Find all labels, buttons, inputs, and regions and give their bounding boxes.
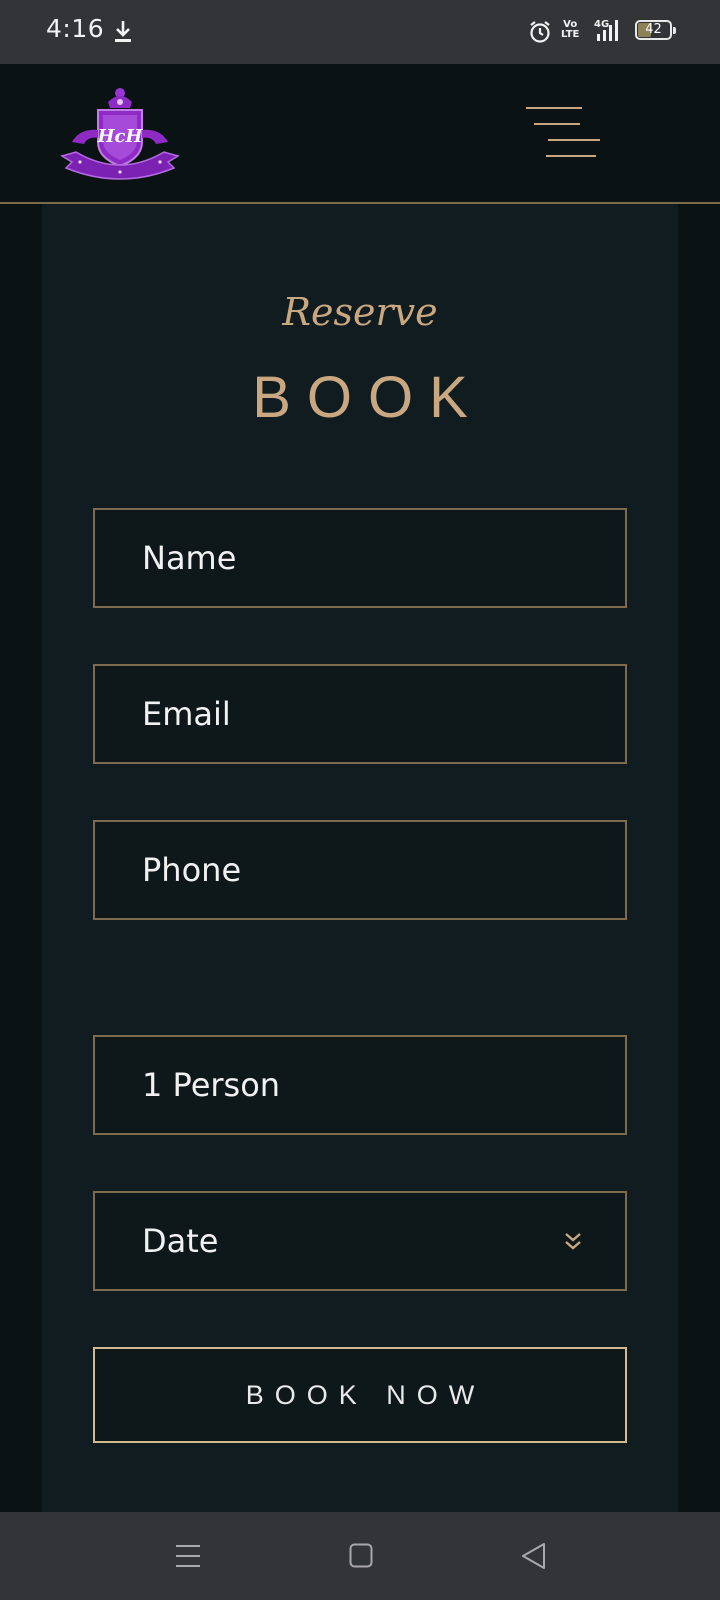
book-now-label: BOOK NOW xyxy=(245,1380,486,1410)
hamburger-menu-icon[interactable] xyxy=(524,104,602,158)
date-select[interactable]: Date xyxy=(93,1191,627,1291)
volte-bottom-label: LTE xyxy=(561,29,580,40)
volte-icon: Vo LTE xyxy=(561,20,579,40)
email-placeholder: Email xyxy=(142,695,231,733)
book-now-button[interactable]: BOOK NOW xyxy=(93,1347,627,1443)
section-title: BOOK xyxy=(252,365,484,430)
logo-monogram: HcH xyxy=(97,126,144,147)
alarm-icon xyxy=(530,21,550,43)
page-margin-right xyxy=(678,204,720,1512)
site-header: HcH xyxy=(0,64,720,204)
system-nav-bar xyxy=(0,1512,720,1600)
status-bar: 4:16 Vo LTE 4G 42 xyxy=(0,0,720,64)
phone-placeholder: Phone xyxy=(142,851,242,889)
booking-form: Reserve BOOK Name Email Phone 1 Person D… xyxy=(42,204,678,1512)
back-icon[interactable] xyxy=(520,1542,546,1570)
date-placeholder: Date xyxy=(142,1222,219,1260)
persons-select[interactable]: 1 Person xyxy=(93,1035,627,1135)
double-chevron-down-icon xyxy=(565,1233,581,1250)
download-icon xyxy=(115,21,131,42)
phone-field[interactable]: Phone xyxy=(93,820,627,920)
name-field[interactable]: Name xyxy=(93,508,627,608)
section-subtitle: Reserve xyxy=(282,290,438,334)
page-margin-left xyxy=(0,204,42,1512)
battery-cap xyxy=(673,27,676,34)
persons-value: 1 Person xyxy=(142,1066,281,1104)
name-placeholder: Name xyxy=(142,539,237,577)
home-icon[interactable] xyxy=(349,1543,373,1569)
signal-icon xyxy=(597,20,618,41)
battery-icon: 42 xyxy=(635,20,676,40)
recent-apps-icon[interactable] xyxy=(175,1543,201,1569)
battery-level: 42 xyxy=(645,22,662,37)
email-field[interactable]: Email xyxy=(93,664,627,764)
crest-logo[interactable]: HcH xyxy=(58,86,182,182)
status-time: 4:16 xyxy=(46,14,105,43)
